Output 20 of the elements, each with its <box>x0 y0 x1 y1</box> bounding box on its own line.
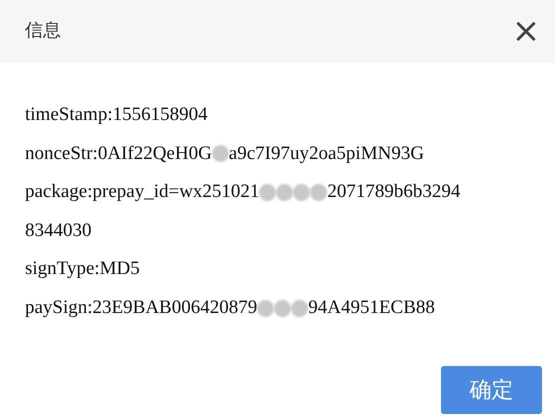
info-text: paySign:23E9BAB006420879 <box>25 296 258 320</box>
info-text: 8344030 <box>25 218 92 243</box>
redaction-blob <box>212 145 229 162</box>
confirm-button[interactable]: 确定 <box>441 366 542 414</box>
close-button[interactable]: × <box>509 14 543 48</box>
info-text: 2071789b6b3294 <box>327 180 460 204</box>
info-text: a9c7I97uy2oa5piMN93G <box>228 142 424 166</box>
redaction-blob <box>259 184 276 201</box>
info-text: signType:MD5 <box>25 257 140 282</box>
redaction-blob <box>310 184 328 201</box>
info-text: timeStamp:1556158904 <box>25 103 208 128</box>
info-text: nonceStr:0AIf22QeH0G <box>25 142 212 166</box>
info-text: 94A4951ECB88 <box>308 296 435 320</box>
redaction-blob <box>274 300 292 317</box>
dialog-title: 信息 <box>25 19 61 43</box>
redaction-blob <box>257 300 274 317</box>
redaction-blob <box>291 300 308 317</box>
info-text: package:prepay_id=wx251021 <box>25 180 260 204</box>
redaction-blob <box>293 184 310 201</box>
redaction-blob <box>276 184 294 201</box>
